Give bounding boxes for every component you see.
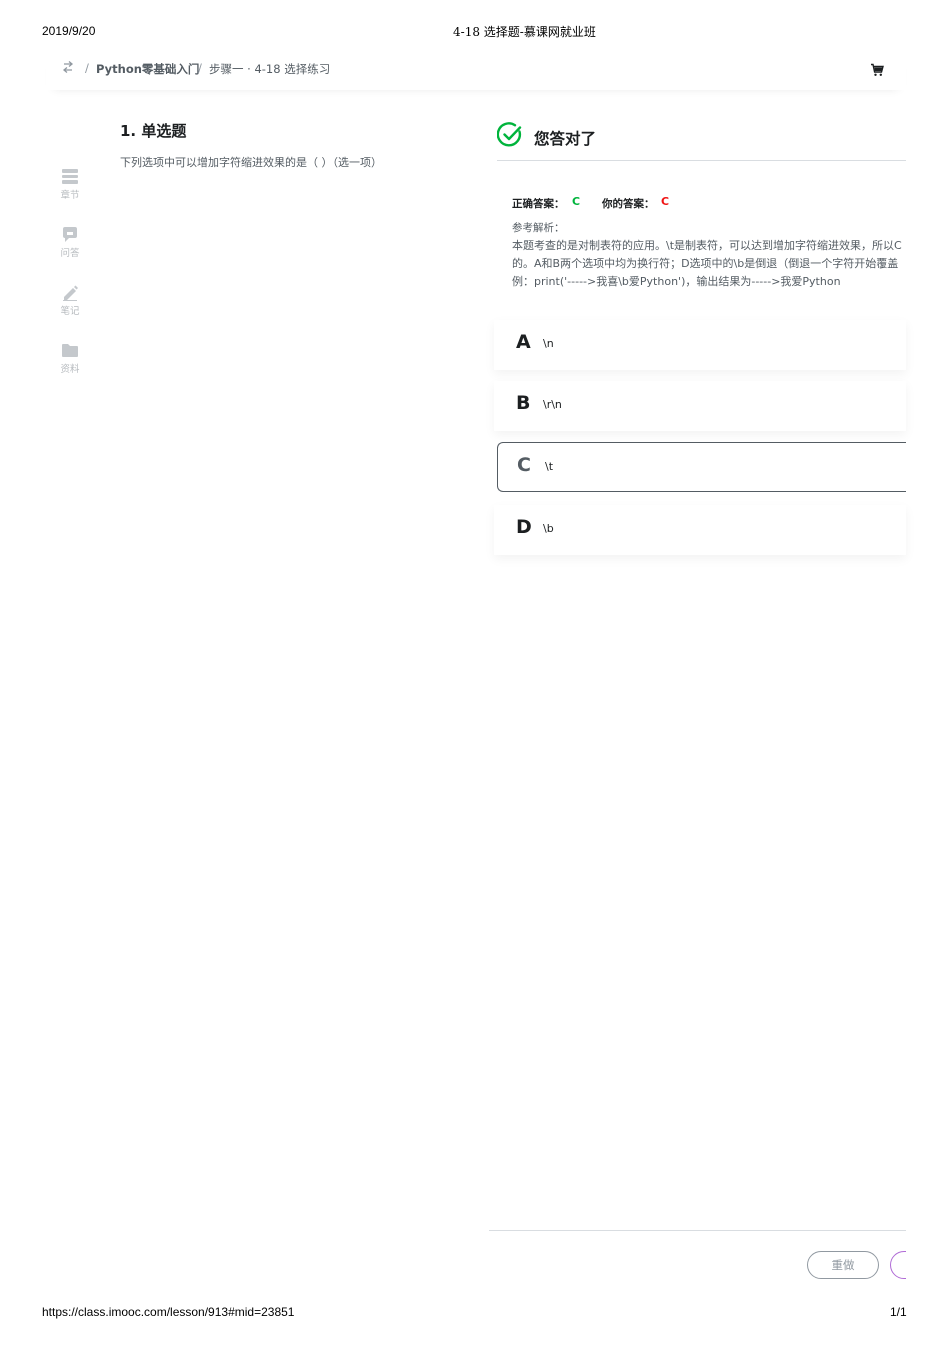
option-letter: C: [517, 454, 531, 476]
sidebar-item-chapters[interactable]: 章节: [52, 168, 88, 201]
breadcrumb-separator: /: [198, 61, 202, 75]
breadcrumb-current: 步骤一 · 4-18 选择练习: [209, 62, 331, 76]
chapters-icon: [62, 169, 78, 184]
check-circle-icon: [496, 122, 523, 152]
print-page-title: 4-18 选择题-慕课网就业班: [453, 25, 596, 39]
result-title: 您答对了: [534, 130, 597, 148]
explanation-line: 的。A和B两个选项中均为换行符；D选项中的\b是倒退（倒退一个字符开始覆盖: [512, 257, 899, 270]
cart-icon[interactable]: [870, 62, 884, 81]
correct-answer-value: C: [572, 195, 581, 208]
option-value: \t: [545, 460, 554, 473]
pencil-icon: [63, 285, 78, 301]
your-answer-label: 你的答案：: [602, 198, 655, 210]
breadcrumb-separator: /: [85, 61, 89, 75]
your-answer-value: C: [661, 195, 670, 208]
footer-divider: [489, 1230, 906, 1231]
question-text: 下列选项中可以增加字符缩进效果的是（ ）（选一项）: [120, 156, 382, 169]
print-date: 2019/9/20: [42, 24, 96, 38]
question-title: 1. 单选题: [120, 122, 187, 140]
redo-button[interactable]: 重做: [807, 1251, 879, 1279]
sidebar-item-label: 笔记: [60, 306, 80, 317]
divider: [497, 160, 906, 161]
explanation-label: 参考解析：: [512, 222, 565, 234]
page-clip: [906, 1240, 950, 1290]
explanation-line: 例：print('----->我喜\b爱Python')，输出结果为----->…: [512, 275, 841, 288]
option-b[interactable]: B \r\n: [494, 381, 906, 431]
option-d[interactable]: D \b: [494, 505, 906, 555]
option-c-selected[interactable]: C \t: [497, 442, 906, 492]
print-url: https://class.imooc.com/lesson/913#mid=2…: [42, 1305, 295, 1319]
folder-icon: [62, 344, 78, 357]
sidebar-item-notes[interactable]: 笔记: [52, 284, 88, 317]
explanation-line: 本题考查的是对制表符的应用。\t是制表符，可以达到增加字符缩进效果，所以C: [512, 239, 902, 252]
sidebar-item-label: 资料: [60, 364, 80, 375]
option-letter: B: [516, 392, 531, 414]
option-value: \r\n: [543, 398, 562, 411]
sidebar-item-qa[interactable]: 问答: [52, 226, 88, 259]
option-value: \b: [543, 522, 554, 535]
option-value: \n: [543, 337, 554, 350]
option-letter: A: [516, 331, 531, 353]
qa-icon: [63, 227, 77, 242]
correct-answer-label: 正确答案：: [512, 198, 565, 210]
option-letter: D: [516, 516, 532, 538]
sidebar-item-label: 问答: [60, 248, 80, 259]
breadcrumb: / Python零基础入门 / 步骤一 · 4-18 选择练习: [46, 52, 906, 90]
breadcrumb-course-link[interactable]: Python零基础入门: [96, 61, 199, 77]
swap-icon[interactable]: [62, 60, 74, 78]
sidebar-item-materials[interactable]: 资料: [52, 342, 88, 375]
print-page-number: 1/1: [890, 1305, 907, 1319]
sidebar-item-label: 章节: [60, 190, 80, 201]
option-a[interactable]: A \n: [494, 320, 906, 370]
